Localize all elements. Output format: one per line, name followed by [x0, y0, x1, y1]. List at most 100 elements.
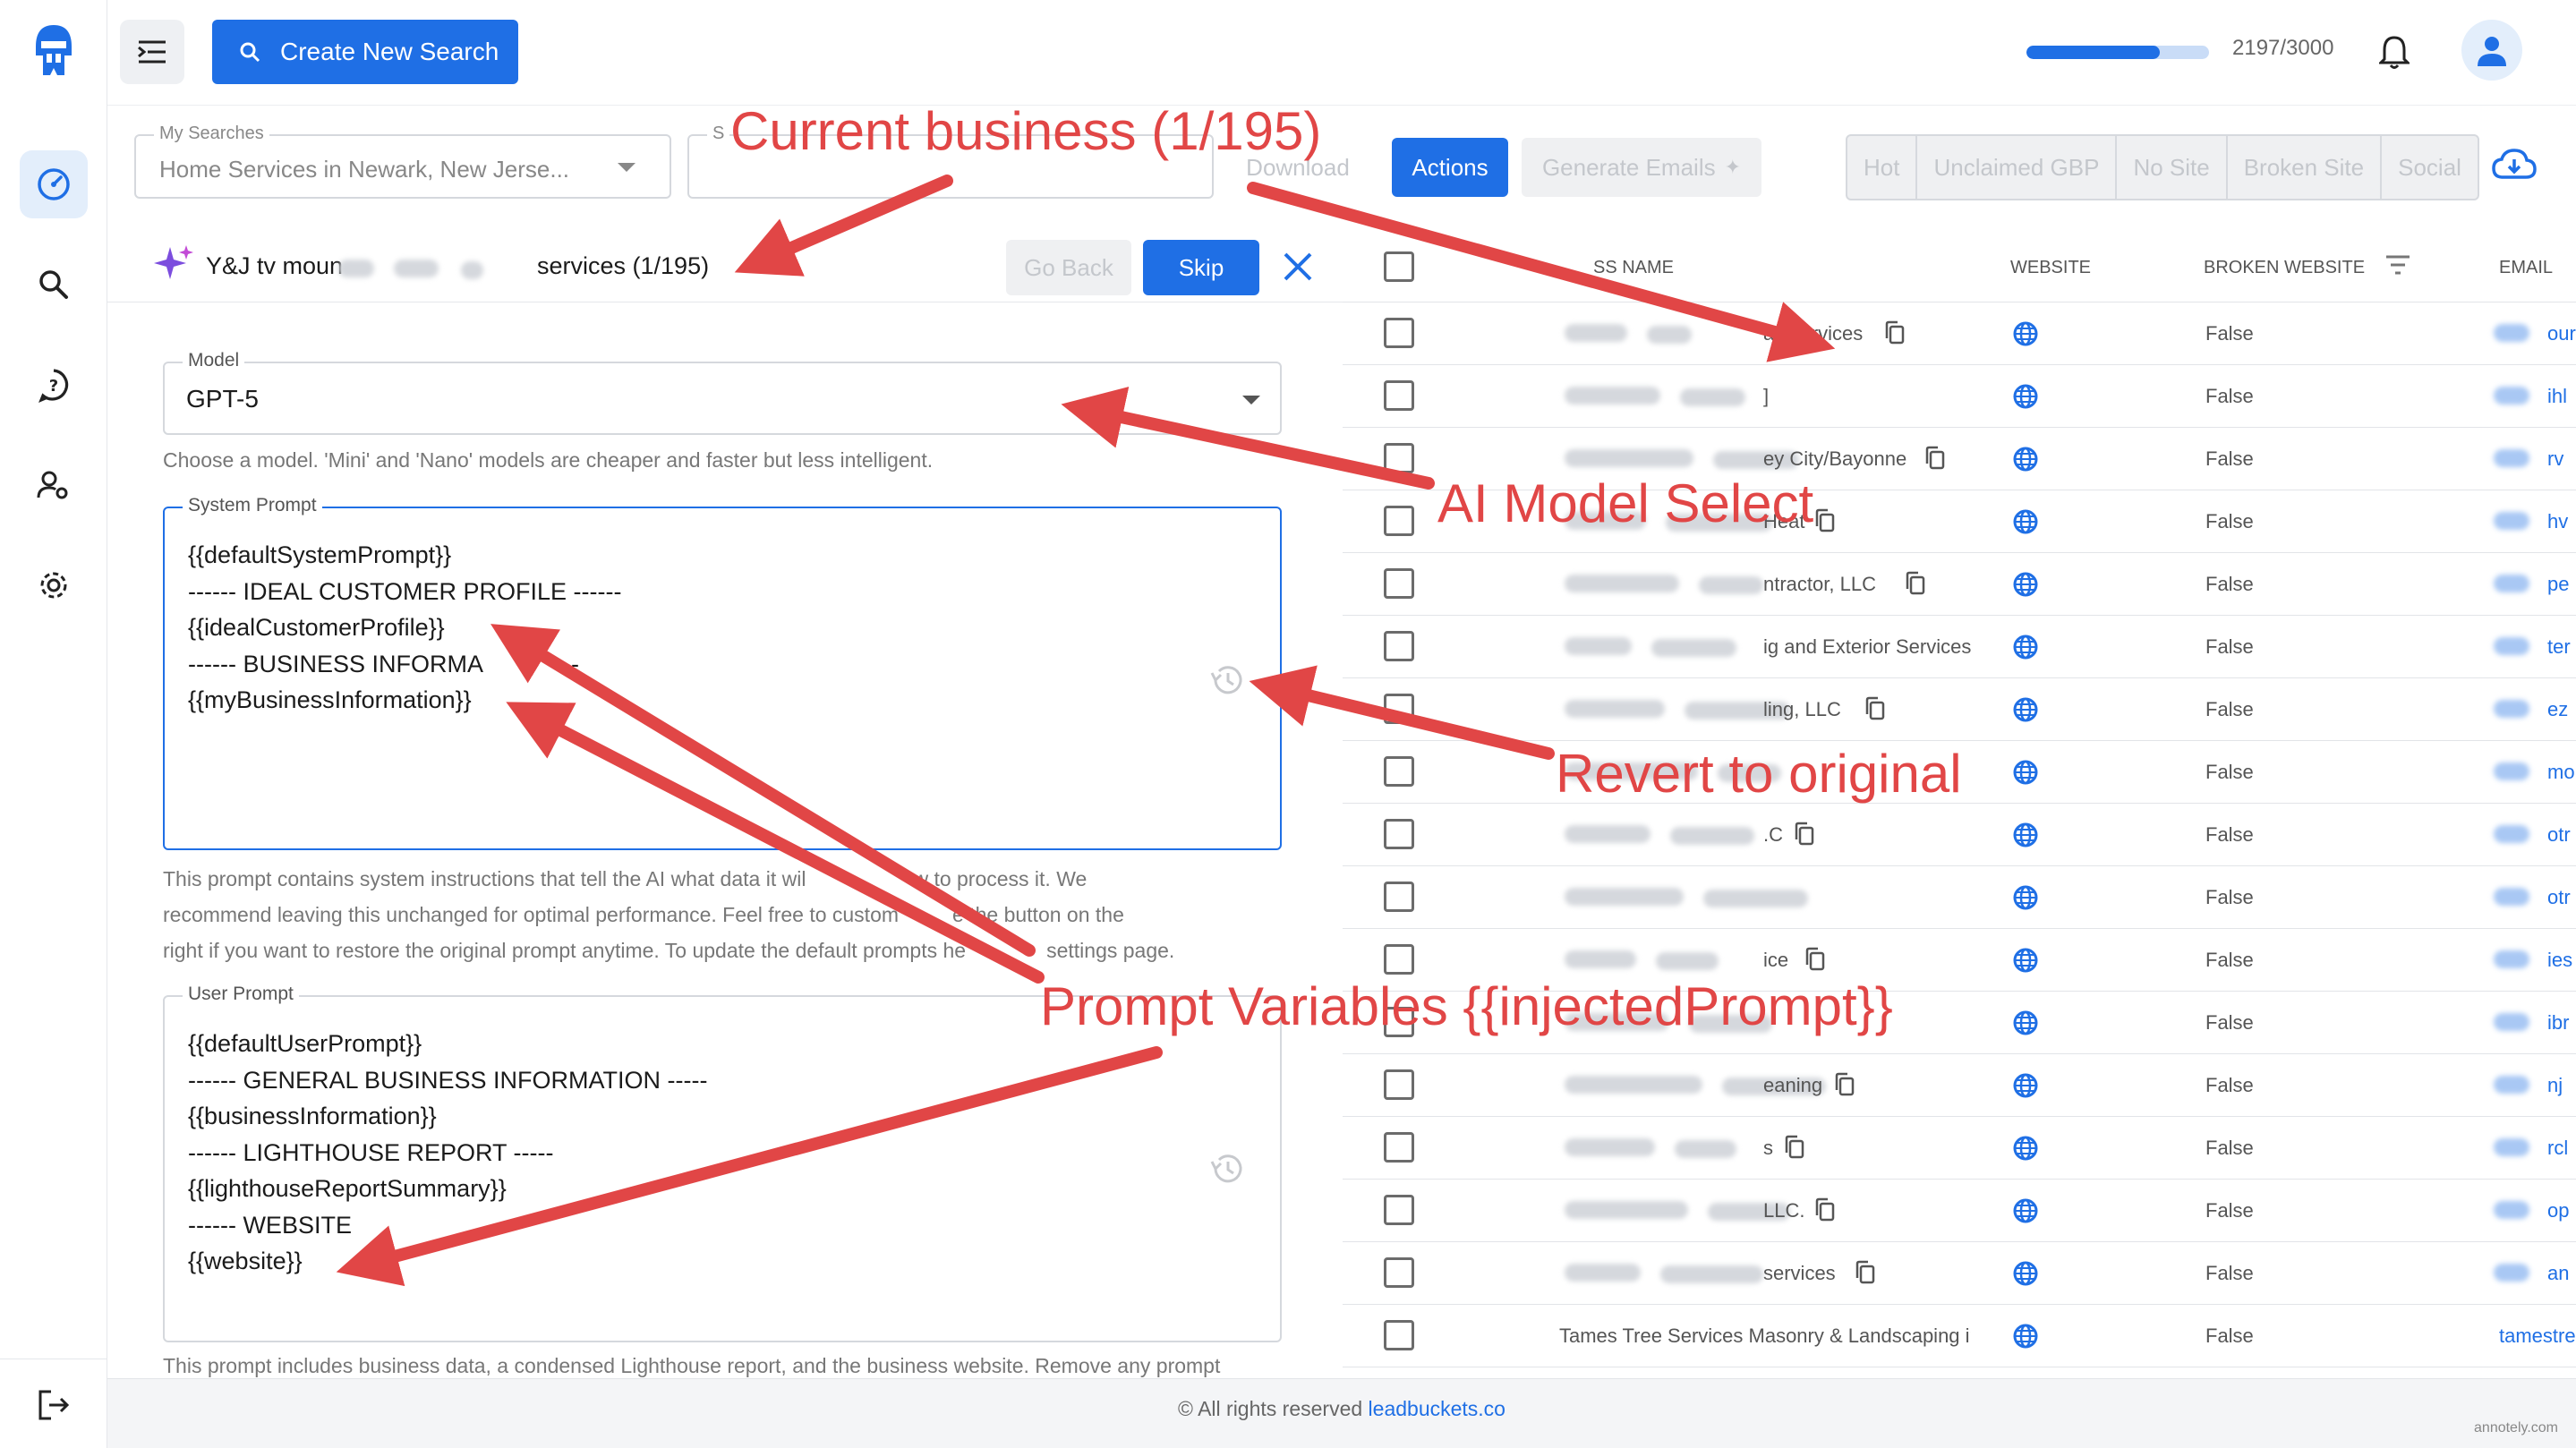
globe-icon[interactable] — [2012, 383, 2039, 410]
footer-link[interactable]: leadbuckets.co — [1369, 1397, 1506, 1420]
table-row[interactable]: services False an — [1343, 1242, 2576, 1305]
row-checkbox[interactable] — [1384, 1257, 1414, 1288]
globe-icon[interactable] — [2012, 759, 2039, 786]
row-checkbox[interactable] — [1384, 882, 1414, 912]
dashboard-icon[interactable] — [20, 150, 88, 218]
search-icon[interactable] — [20, 251, 88, 319]
generate-emails-button[interactable]: Generate Emails ✦ — [1522, 138, 1761, 197]
filter-icon[interactable] — [2384, 254, 2411, 276]
column-header-broken-website[interactable]: BROKEN WEBSITE — [2204, 258, 2365, 278]
email-cell[interactable]: ter — [2547, 635, 2571, 659]
email-cell[interactable]: pe — [2547, 573, 2569, 596]
skip-button[interactable]: Skip — [1143, 240, 1259, 295]
my-searches-select[interactable]: My Searches Home Services in Newark, New… — [134, 124, 671, 199]
filter-broken-site-button[interactable]: Broken Site — [2228, 136, 2383, 199]
globe-icon[interactable] — [2012, 1009, 2039, 1036]
globe-icon[interactable] — [2012, 446, 2039, 473]
row-checkbox[interactable] — [1384, 631, 1414, 661]
email-cell[interactable]: nj — [2547, 1074, 2563, 1097]
email-cell[interactable]: mo — [2547, 761, 2575, 784]
globe-icon[interactable] — [2012, 508, 2039, 535]
row-checkbox[interactable] — [1384, 694, 1414, 724]
globe-icon[interactable] — [2012, 1072, 2039, 1099]
avatar[interactable] — [2461, 20, 2522, 81]
email-cell[interactable]: our — [2547, 322, 2576, 345]
email-cell[interactable]: rv — [2547, 447, 2563, 471]
row-checkbox[interactable] — [1384, 756, 1414, 787]
copy-icon[interactable] — [1855, 1260, 1876, 1285]
copy-icon[interactable] — [1814, 508, 1836, 533]
table-row[interactable]: an services False our — [1343, 302, 2576, 365]
row-checkbox[interactable] — [1384, 443, 1414, 473]
row-checkbox[interactable] — [1384, 506, 1414, 536]
globe-icon[interactable] — [2012, 634, 2039, 660]
email-cell[interactable]: an — [2547, 1262, 2569, 1285]
copy-icon[interactable] — [1784, 1135, 1805, 1160]
row-checkbox[interactable] — [1384, 1320, 1414, 1350]
email-cell[interactable]: tamestre — [2499, 1324, 2576, 1348]
globe-icon[interactable] — [2012, 1260, 2039, 1287]
email-cell[interactable]: rcl — [2547, 1137, 2568, 1160]
bell-icon[interactable] — [2377, 34, 2411, 74]
table-row[interactable]: ig and Exterior Services False ter — [1343, 616, 2576, 678]
column-header-email[interactable]: EMAIL — [2499, 258, 2553, 278]
model-select[interactable]: Model GPT-5 — [163, 350, 1282, 435]
filter-social-button[interactable]: Social — [2382, 136, 2478, 199]
table-row[interactable]: Tames Tree Services Masonry & Landscapin… — [1343, 1305, 2576, 1367]
history-revert-icon[interactable] — [1208, 1151, 1248, 1187]
copy-icon[interactable] — [1924, 446, 1946, 471]
close-icon[interactable] — [1282, 251, 1314, 287]
row-checkbox[interactable] — [1384, 1069, 1414, 1100]
copy-icon[interactable] — [1814, 1197, 1836, 1222]
copy-icon[interactable] — [1884, 320, 1906, 345]
globe-icon[interactable] — [2012, 571, 2039, 598]
globe-icon[interactable] — [2012, 947, 2039, 974]
email-cell[interactable]: otr — [2547, 823, 2571, 847]
row-checkbox[interactable] — [1384, 944, 1414, 975]
filter-unclaimed-gbp-button[interactable]: Unclaimed GBP — [1917, 136, 2118, 199]
row-checkbox[interactable] — [1384, 819, 1414, 849]
copy-icon[interactable] — [1834, 1072, 1855, 1097]
system-prompt-textarea[interactable]: System Prompt {{defaultSystemPrompt}} --… — [163, 495, 1282, 850]
menu-toggle-button[interactable] — [120, 20, 184, 84]
table-row[interactable]: eaning False nj — [1343, 1054, 2576, 1117]
globe-icon[interactable] — [2012, 884, 2039, 911]
email-cell[interactable]: otr — [2547, 886, 2571, 909]
email-cell[interactable]: ibr — [2547, 1011, 2569, 1035]
row-checkbox[interactable] — [1384, 1195, 1414, 1225]
go-back-button[interactable]: Go Back — [1006, 240, 1131, 295]
table-row[interactable]: ntractor, LLC False pe — [1343, 553, 2576, 616]
filter-hot-button[interactable]: Hot — [1847, 136, 1918, 199]
copy-icon[interactable] — [1794, 822, 1815, 847]
gear-icon[interactable] — [20, 551, 88, 619]
create-new-search-button[interactable]: Create New Search — [212, 20, 518, 84]
email-cell[interactable]: ies — [2547, 949, 2572, 972]
table-row[interactable]: s False rcl — [1343, 1117, 2576, 1180]
filter-no-site-button[interactable]: No Site — [2117, 136, 2228, 199]
copy-icon[interactable] — [1905, 571, 1926, 596]
copy-icon[interactable] — [1804, 947, 1826, 972]
email-cell[interactable]: hv — [2547, 510, 2568, 533]
email-cell[interactable]: ez — [2547, 698, 2568, 721]
table-row[interactable]: ] False ihl — [1343, 365, 2576, 428]
history-revert-icon[interactable] — [1208, 662, 1248, 698]
user-settings-icon[interactable] — [20, 451, 88, 519]
globe-icon[interactable] — [2012, 320, 2039, 347]
help-icon[interactable]: ? — [20, 351, 88, 419]
globe-icon[interactable] — [2012, 1323, 2039, 1350]
copy-icon[interactable] — [1864, 696, 1886, 721]
globe-icon[interactable] — [2012, 1197, 2039, 1224]
actions-button[interactable]: Actions — [1392, 138, 1508, 197]
column-header-website[interactable]: WEBSITE — [2010, 258, 2091, 278]
user-prompt-textarea[interactable]: User Prompt {{defaultUserPrompt}} ------… — [163, 984, 1282, 1342]
table-row[interactable]: .C False otr — [1343, 804, 2576, 866]
logo-icon[interactable] — [27, 20, 81, 82]
cloud-download-icon[interactable] — [2492, 147, 2537, 187]
row-checkbox[interactable] — [1384, 318, 1414, 348]
email-cell[interactable]: op — [2547, 1199, 2569, 1222]
select-all-checkbox[interactable] — [1384, 251, 1414, 282]
row-checkbox[interactable] — [1384, 380, 1414, 411]
logout-icon[interactable] — [20, 1371, 88, 1439]
column-header-name[interactable]: SS NAME — [1593, 258, 1674, 278]
table-row[interactable]: ling, LLC False ez — [1343, 678, 2576, 741]
